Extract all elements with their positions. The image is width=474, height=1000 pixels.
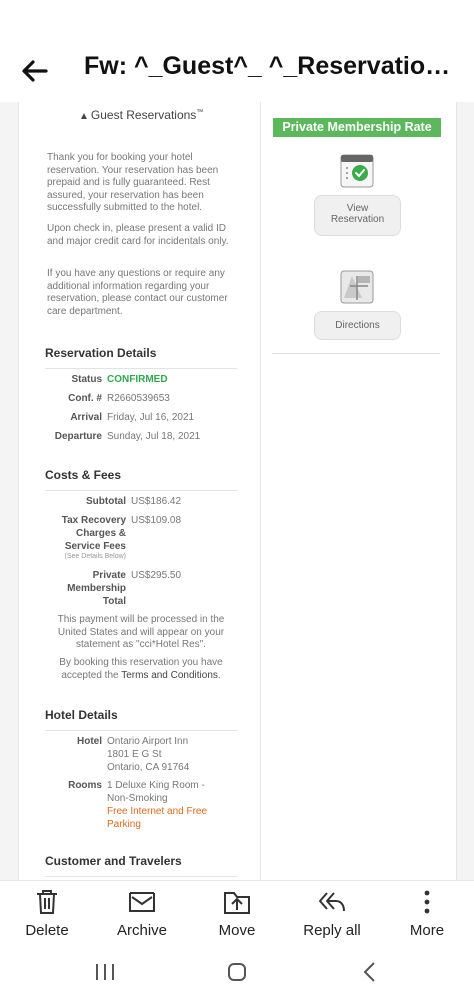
- email-body[interactable]: ▲ Guest Reservations™ Thank you for booki…: [0, 102, 474, 880]
- column-border: [260, 102, 261, 880]
- subtotal-value: US$186.42: [131, 496, 182, 507]
- divider: [45, 876, 237, 877]
- checkin-paragraph: Upon check in, please present a valid ID…: [47, 223, 229, 247]
- divider: [45, 368, 237, 369]
- conf-value: R2660539653: [107, 393, 170, 404]
- membership-total-value: US$295.50: [131, 570, 182, 581]
- brand-logo: ▲ Guest Reservations™: [79, 108, 204, 122]
- hotel-address: Ontario Airport Inn 1801 E G St Ontario,…: [107, 736, 190, 773]
- terms-link[interactable]: Terms and Conditions: [121, 670, 218, 681]
- divider: [272, 353, 440, 354]
- tax-label: Tax Recovery Charges & Service Fees: [61, 515, 126, 552]
- private-membership-rate-badge: Private Membership Rate: [273, 118, 441, 137]
- arrival-label: Arrival: [70, 412, 102, 423]
- move-button[interactable]: Move: [190, 881, 284, 945]
- system-navigation-bar: [0, 944, 474, 1000]
- departure-value: Sunday, Jul 18, 2021: [107, 431, 201, 442]
- reply-all-icon: [318, 889, 346, 915]
- reservation-details-heading: Reservation Details: [45, 346, 157, 360]
- departure-label: Departure: [54, 431, 102, 442]
- more-button[interactable]: More: [380, 881, 474, 945]
- divider: [45, 730, 237, 731]
- column-border: [456, 102, 457, 880]
- conf-label: Conf. #: [68, 393, 102, 404]
- recent-apps-icon[interactable]: [90, 960, 120, 984]
- divider: [45, 490, 237, 491]
- delete-button[interactable]: Delete: [0, 881, 94, 945]
- map-directions-icon: [340, 268, 374, 304]
- email-action-bar: Delete Archive Move Reply all More: [0, 880, 474, 945]
- arrival-value: Friday, Jul 16, 2021: [107, 412, 195, 423]
- directions-button[interactable]: Directions: [314, 311, 401, 340]
- archive-button[interactable]: Archive: [95, 881, 189, 945]
- rooms-label: Rooms: [68, 780, 102, 791]
- email-subject-title: Fw: ^_Guest^_ ^_Reservatio…: [84, 52, 451, 80]
- status-label: Status: [71, 374, 102, 385]
- trash-icon: [33, 889, 61, 915]
- rooms-value: 1 Deluxe King Room - Non-Smoking Free In…: [107, 780, 208, 830]
- reply-all-button[interactable]: Reply all: [285, 881, 379, 945]
- terms-note: By booking this reservation you have acc…: [59, 657, 223, 681]
- back-nav-icon[interactable]: [355, 960, 385, 984]
- subtotal-label: Subtotal: [86, 496, 126, 507]
- brand-mark-icon: ▲: [79, 111, 89, 122]
- contact-paragraph: If you have any questions or require any…: [47, 268, 228, 317]
- email-main-column: ▲ Guest Reservations™ Thank you for booki…: [19, 102, 260, 880]
- costs-fees-heading: Costs & Fees: [45, 468, 122, 482]
- column-border: [18, 102, 19, 880]
- more-vertical-icon: [413, 889, 441, 915]
- intro-paragraph: Thank you for booking your hotel reserva…: [47, 152, 219, 214]
- tax-value: US$109.08: [131, 515, 182, 526]
- top-app-bar: Fw: ^_Guest^_ ^_Reservatio…: [0, 0, 474, 102]
- home-icon[interactable]: [222, 960, 252, 984]
- archive-icon: [128, 889, 156, 915]
- view-reservation-button[interactable]: View Reservation: [314, 195, 401, 236]
- hotel-label: Hotel: [77, 736, 102, 747]
- tax-details-note: (See Details Below): [64, 553, 126, 560]
- hotel-details-heading: Hotel Details: [45, 708, 118, 722]
- back-arrow-icon[interactable]: [18, 54, 52, 88]
- membership-total-label: Private Membership Total: [67, 570, 126, 607]
- move-folder-icon: [223, 889, 251, 915]
- customer-travelers-heading: Customer and Travelers: [45, 854, 182, 868]
- calendar-check-icon: [340, 152, 374, 188]
- status-value: CONFIRMED: [107, 374, 168, 385]
- payment-note: This payment will be processed in the Un…: [57, 614, 225, 651]
